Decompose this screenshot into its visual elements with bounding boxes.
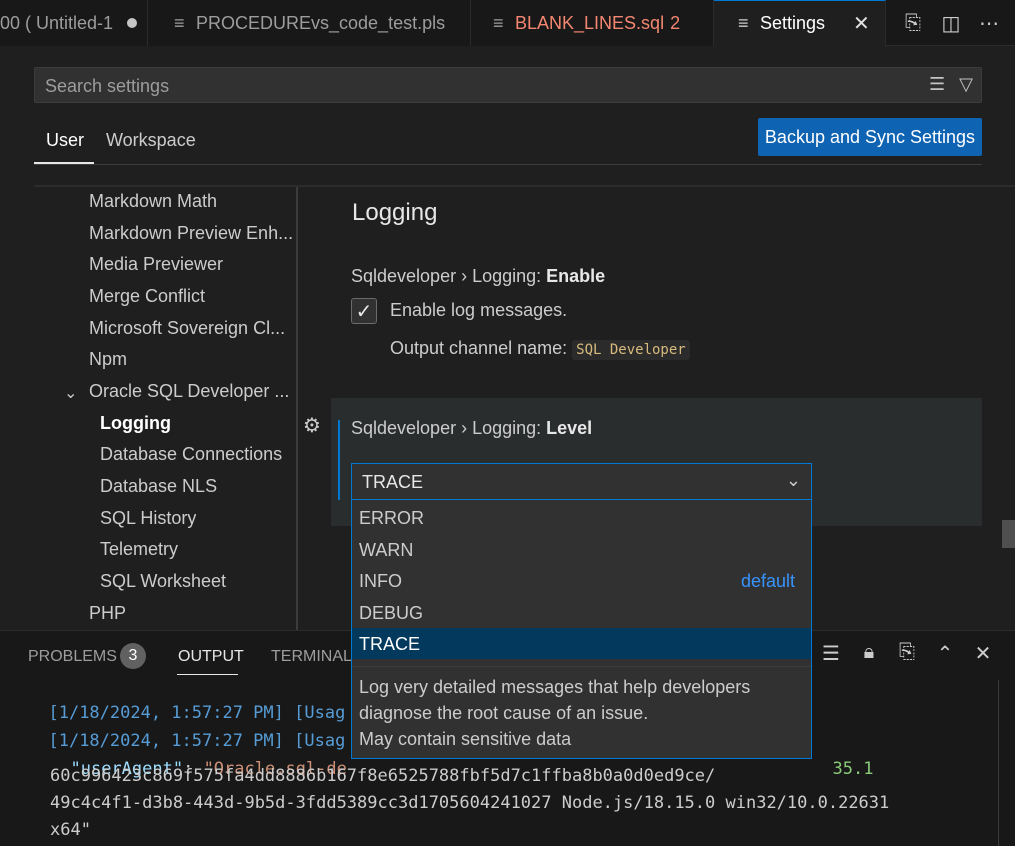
option-error[interactable]: ERROR: [352, 502, 811, 533]
setting-prefix: Sqldeveloper › Logging:: [351, 418, 547, 438]
description-line: May contain sensitive data: [359, 729, 572, 749]
description-line: Log very detailed messages that help dev…: [359, 677, 751, 697]
toc-item[interactable]: SQL History: [100, 508, 196, 529]
focus-indicator: [338, 420, 340, 500]
search-placeholder: Search settings: [45, 76, 170, 96]
section-title: Logging: [352, 199, 438, 226]
channel-description: Output channel name: SQL Developer: [390, 338, 690, 360]
option-warn[interactable]: WARN: [352, 534, 811, 565]
scrollbar-thumb[interactable]: [1002, 520, 1015, 548]
tab-label: PROCEDUREvs_code_test.pls: [196, 12, 446, 33]
json-value: 35.1: [832, 759, 874, 779]
toc-item[interactable]: PHP: [89, 603, 126, 624]
file-lines-icon: ≡: [738, 13, 749, 33]
chevron-down-icon: ⌄: [785, 470, 801, 490]
lock-icon[interactable]: 🔒︎: [858, 641, 880, 666]
checkbox-label: Enable log messages.: [390, 300, 568, 320]
toc-item[interactable]: Media Previewer: [89, 254, 223, 275]
tab-workspace[interactable]: Workspace: [106, 130, 196, 151]
output-line: 60c996423c869f575fa4dd8886b167f8e6525788…: [50, 766, 716, 786]
toc-item[interactable]: Merge Conflict: [89, 286, 205, 307]
close-icon[interactable]: ✕: [972, 641, 994, 666]
toc-item-logging[interactable]: Logging: [100, 413, 171, 434]
split-editor-icon[interactable]: ◫: [939, 11, 963, 36]
selected-value: TRACE: [362, 472, 424, 492]
more-actions-icon[interactable]: ⋯: [977, 11, 1001, 36]
tab-problems[interactable]: PROBLEMS: [28, 648, 117, 666]
toc-item-oracle[interactable]: Oracle SQL Developer ...: [89, 381, 289, 402]
file-lines-icon: ≡: [493, 12, 504, 33]
default-tag: default: [740, 571, 795, 591]
tab-user[interactable]: User: [46, 130, 84, 151]
toc-item[interactable]: Database Connections: [100, 444, 282, 465]
option-trace[interactable]: TRACE: [352, 628, 811, 659]
toc-item[interactable]: SQL Worksheet: [100, 571, 226, 592]
modified-dot-icon[interactable]: [127, 18, 138, 28]
output-scrollbar[interactable]: [998, 680, 999, 846]
open-settings-json-icon[interactable]: ⎘: [901, 12, 925, 35]
panel-actions: ☰ 🔒︎ ⎘ ⌃ ✕: [820, 641, 994, 666]
gear-icon[interactable]: ⚙: [303, 413, 321, 438]
option-label: WARN: [359, 540, 414, 560]
output-line: 49c4c4f1-d3b8-443d-9b5d-3fdd5389cc3d1705…: [50, 793, 890, 813]
toc-item[interactable]: Database NLS: [100, 476, 217, 497]
option-debug[interactable]: DEBUG: [352, 597, 811, 628]
tab-terminal[interactable]: TERMINAL: [271, 648, 352, 666]
option-label: DEBUG: [359, 603, 424, 623]
active-tab-indicator: [34, 162, 94, 164]
level-select[interactable]: TRACE ⌄: [351, 463, 812, 500]
toc-divider: [296, 187, 298, 630]
channel-value: SQL Developer: [572, 340, 690, 360]
channel-label: Output channel name:: [390, 338, 568, 358]
tab-settings[interactable]: ≡ Settings ✕: [714, 0, 886, 46]
description-line: diagnose the root cause of an issue.: [359, 703, 649, 723]
toc-item[interactable]: Markdown Preview Enh...: [89, 223, 293, 244]
file-lines-icon: ≡: [174, 12, 185, 33]
problem-count: 2: [670, 12, 681, 33]
option-description: Log very detailed messages that help dev…: [359, 674, 799, 752]
search-input[interactable]: Search settings ☰ ▽: [34, 67, 982, 103]
option-label: TRACE: [359, 634, 421, 654]
setting-level-title: Sqldeveloper › Logging: Level: [351, 418, 592, 439]
tab-untitled[interactable]: 00 ( Untitled-1: [0, 0, 148, 46]
option-info[interactable]: INFO default: [352, 565, 811, 596]
clear-output-icon[interactable]: ☰: [820, 641, 842, 666]
divider: [352, 666, 811, 667]
tab-label: BLANK_LINES.sql: [515, 12, 665, 33]
output-line-tail: 35.1: [812, 739, 873, 779]
settings-toc: Markdown Math Markdown Preview Enh... Me…: [34, 187, 296, 630]
toc-item[interactable]: Telemetry: [100, 539, 178, 560]
chevron-down-icon[interactable]: ⌄: [64, 383, 77, 403]
tab-label: Settings: [760, 13, 826, 33]
toc-item[interactable]: Markdown Math: [89, 191, 217, 212]
active-tab-indicator: [177, 674, 238, 675]
clear-filter-icon[interactable]: ☰: [929, 74, 945, 95]
option-label: INFO: [359, 571, 402, 591]
toc-item[interactable]: Npm: [89, 349, 127, 370]
filter-icon[interactable]: ▽: [959, 74, 973, 95]
tab-procedure-file[interactable]: ≡ PROCEDUREvs_code_test.pls: [148, 0, 471, 46]
open-in-editor-icon[interactable]: ⎘: [896, 641, 918, 666]
setting-name: Enable: [546, 266, 606, 286]
chevron-up-icon[interactable]: ⌃: [934, 641, 956, 666]
option-label: ERROR: [359, 508, 425, 528]
setting-name: Level: [546, 418, 593, 438]
level-dropdown: ERROR WARN INFO default DEBUG TRACE Log v…: [351, 500, 812, 759]
check-icon: ✓: [355, 300, 373, 323]
tab-blank-lines[interactable]: ≡ BLANK_LINES.sql 2: [471, 0, 714, 46]
output-line: x64": [50, 820, 91, 840]
enable-checkbox[interactable]: ✓: [351, 298, 377, 324]
editor-tab-bar: 00 ( Untitled-1 ≡ PROCEDUREvs_code_test.…: [0, 0, 1015, 46]
problems-count-badge: 3: [120, 643, 146, 669]
close-icon[interactable]: ✕: [853, 11, 870, 36]
toc-item[interactable]: Microsoft Sovereign Cl...: [89, 318, 285, 339]
setting-prefix: Sqldeveloper › Logging:: [351, 266, 547, 286]
tab-output[interactable]: OUTPUT: [178, 648, 244, 666]
backup-sync-button[interactable]: Backup and Sync Settings: [758, 118, 982, 156]
setting-enable-title: Sqldeveloper › Logging: Enable: [351, 266, 605, 287]
editor-actions: ⎘ ◫ ⋯: [901, 0, 1015, 46]
tab-label: 00 ( Untitled-1: [0, 12, 114, 33]
